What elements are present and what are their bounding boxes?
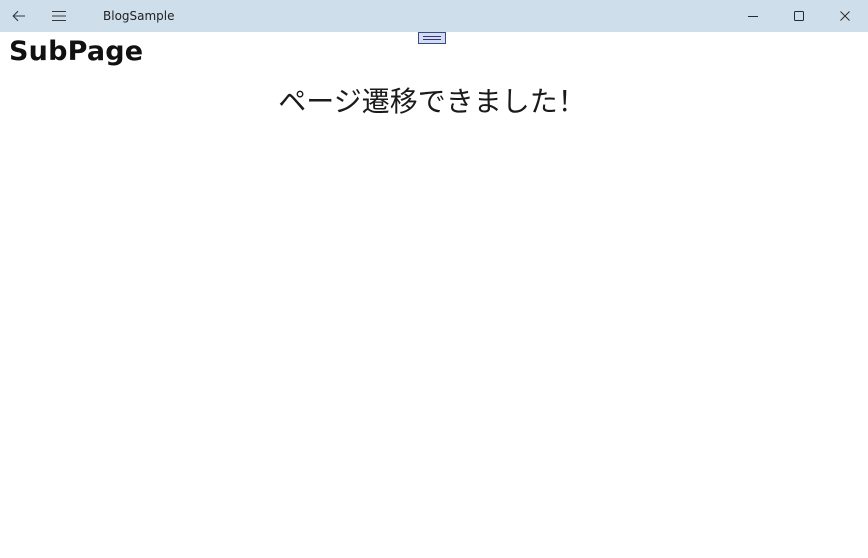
back-button[interactable] [0,0,38,32]
minimize-button[interactable] [730,0,776,32]
handle-line [423,39,441,40]
minimize-icon [748,16,758,17]
window-title: BlogSample [103,9,175,23]
maximize-icon [794,11,804,21]
close-button[interactable] [822,0,868,32]
maximize-button[interactable] [776,0,822,32]
back-arrow-icon [12,10,25,22]
debug-toolbar-handle[interactable] [418,32,446,44]
app-window: BlogSample SubPage ページ遷移できました！ [0,0,868,558]
page-title: SubPage [9,36,144,67]
hamburger-menu-icon [52,10,66,22]
navigation-message: ページ遷移できました！ [278,85,586,118]
menu-button[interactable] [40,0,78,32]
title-bar: BlogSample [0,0,868,32]
handle-line [423,36,441,37]
close-icon [840,11,850,21]
